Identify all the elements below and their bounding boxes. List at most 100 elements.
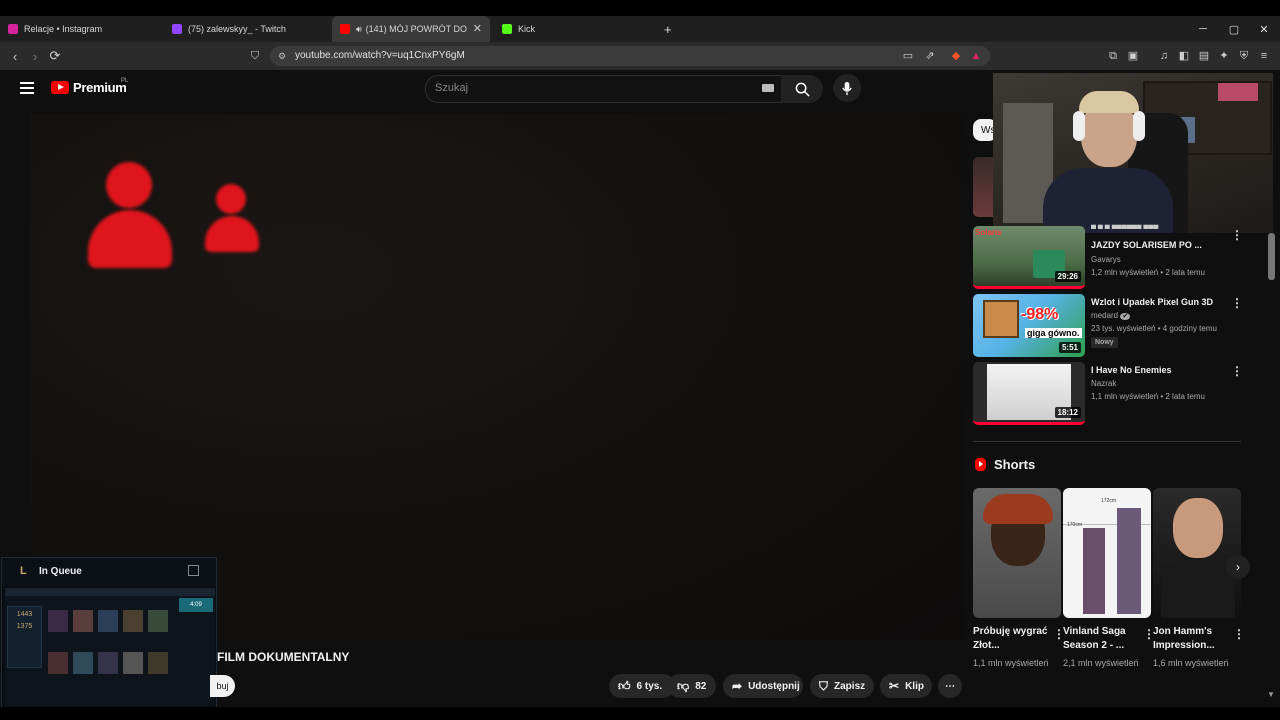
share-label: Udostępnij — [748, 680, 800, 692]
search-icon — [795, 82, 810, 97]
video-title: FILM DOKUMENTALNY — [217, 650, 350, 664]
menu-icon[interactable]: ≡ — [1258, 50, 1270, 62]
bookmark-save-icon: ⛉ — [819, 678, 829, 693]
save-button[interactable]: ⛉ Zapisz — [810, 674, 874, 698]
tab-search-icon[interactable]: ▣ — [1127, 50, 1139, 62]
wallet-icon[interactable]: ▤ — [1198, 50, 1210, 62]
hair-shape — [983, 494, 1053, 524]
new-tab-button[interactable]: + — [664, 16, 678, 42]
sidebar-scrollbar-thumb[interactable] — [1268, 233, 1275, 280]
search-button[interactable] — [781, 75, 823, 103]
video-thumbnail: -98% giga gówno. 5:51 — [973, 294, 1085, 357]
face-shape — [1173, 498, 1223, 558]
recommendation-item[interactable]: 18:12 I Have No Enemies Nazrak 1,1 mln w… — [973, 362, 1263, 426]
new-badge: Nowy — [1091, 337, 1118, 348]
lp-panel: 1443 1375 — [7, 606, 42, 668]
video-duration: 5:51 — [1058, 342, 1081, 353]
clip-label: Klip — [905, 680, 924, 692]
channel-name[interactable]: medard ✔ — [1091, 311, 1131, 320]
queue-title: In Queue — [39, 566, 82, 577]
more-options-icon[interactable]: ⋮ — [1231, 364, 1243, 378]
bottom-black-strip — [0, 707, 1280, 720]
clip-button[interactable]: ✂ Klip — [880, 674, 932, 698]
kick-icon — [502, 24, 512, 34]
tab-title: Relacje • Instagram — [24, 24, 103, 34]
logo-text: Premium — [73, 80, 127, 95]
channel-name[interactable]: Nazrak — [1091, 379, 1116, 388]
character-figure — [1083, 528, 1105, 614]
more-options-icon[interactable]: ⋮ — [1233, 627, 1245, 641]
tab-instagram[interactable]: Relacje • Instagram — [8, 16, 163, 42]
vpn-icon[interactable]: ⛨ — [1238, 50, 1250, 62]
bookmark-icon[interactable]: ⛉ — [246, 47, 264, 65]
scroll-down-arrow-icon[interactable]: ▼ — [1267, 690, 1275, 699]
share-button[interactable]: ➦ Udostępnij — [723, 674, 803, 698]
reload-button[interactable]: ⟳ — [46, 47, 64, 65]
url-text: youtube.com/watch?v=uq1CnxPY6gM — [295, 50, 465, 61]
recommendation-item[interactable]: -98% giga gówno. 5:51 Wzlot i Upadek Pix… — [973, 294, 1263, 358]
brave-shield-icon[interactable]: ◆ — [950, 50, 962, 62]
youtube-icon — [340, 24, 350, 34]
video-meta: 23 tys. wyświetleń • 4 godziny temu — [1091, 324, 1217, 333]
logo-region: PL — [121, 78, 129, 84]
minimize-button[interactable]: ─ — [1188, 16, 1218, 42]
expand-icon[interactable] — [188, 565, 199, 576]
league-queue-overlay: L In Queue 1443 1375 4:09 — [1, 557, 217, 709]
thumbnail-big-text: -98% — [1021, 306, 1059, 323]
champion-tile — [73, 610, 93, 632]
music-icon[interactable]: ♫ — [1158, 50, 1170, 62]
voice-search-button[interactable] — [833, 74, 861, 102]
red-figure-head — [106, 162, 152, 208]
short-item[interactable]: Próbuję wygrać Złot... 1,1 mln wyświetle… — [973, 488, 1065, 668]
scissors-icon: ✂ — [889, 679, 900, 693]
video-thumbnail: 18:12 — [973, 362, 1085, 425]
tab-kick[interactable]: Kick — [502, 16, 652, 42]
share-icon[interactable]: ⇗ — [924, 50, 936, 62]
short-title: Jon Hamm's Impression... — [1153, 626, 1215, 651]
close-tab-icon[interactable]: ✕ — [473, 22, 482, 35]
brave-rewards-icon[interactable]: ▲ — [970, 50, 982, 62]
cast-icon[interactable]: ▭ — [902, 50, 914, 62]
height-label: 170cm — [1067, 522, 1083, 528]
keyboard-icon[interactable] — [762, 84, 774, 92]
short-item[interactable]: 172cm 170cm Vinland Saga Season 2 - ... … — [1063, 488, 1155, 668]
channel-name[interactable]: Gavarys — [1091, 255, 1121, 264]
back-button[interactable]: ‹ — [6, 47, 24, 65]
lp-value: 1443 — [16, 611, 33, 618]
recommendation-item[interactable]: Solaris 29:26 ▀ ▀ ▀ ▀▀▀▀▀▀ ▀▀▀ JAZDY SOL… — [973, 226, 1263, 290]
speaker-icon: 🔊︎ — [356, 23, 362, 34]
browser-toolbar: ‹ › ⟳ ⛉ ⚙ youtube.com/watch?v=uq1CnxPY6g… — [0, 42, 1280, 70]
share-arrow-icon: ➦ — [732, 679, 743, 693]
close-window-button[interactable]: ✕ — [1249, 16, 1279, 42]
extensions-icon[interactable]: ⧉ — [1107, 50, 1119, 62]
short-title: Vinland Saga Season 2 - ... — [1063, 626, 1126, 651]
tab-twitch[interactable]: (75) zalewskyy_ - Twitch — [172, 16, 327, 42]
short-item[interactable]: Jon Hamm's Impression... 1,6 mln wyświet… — [1153, 488, 1245, 668]
hamburger-menu-icon[interactable] — [20, 82, 34, 94]
thumbnail-small-text: giga gówno. — [1025, 328, 1082, 338]
leo-ai-icon[interactable]: ✦ — [1218, 50, 1230, 62]
save-label: Zapisz — [834, 680, 866, 692]
more-options-icon[interactable]: ⋮ — [1231, 228, 1243, 242]
forward-button[interactable]: › — [26, 47, 44, 65]
shorts-heading: Shorts — [975, 457, 1035, 472]
short-views: 1,1 mln wyświetleń — [973, 658, 1049, 668]
search-input[interactable]: Szukaj — [425, 75, 783, 103]
champion-tile — [73, 652, 93, 674]
shorts-next-button[interactable]: › — [1226, 555, 1250, 579]
maximize-button[interactable]: ▢ — [1219, 16, 1249, 42]
more-actions-button[interactable]: ⋯ — [938, 674, 962, 698]
tab-youtube[interactable]: 🔊︎ (141) MÓJ POWRÓT DO PRO ✕ — [332, 16, 490, 42]
more-options-icon[interactable]: ⋮ — [1231, 296, 1243, 310]
top-black-strip — [0, 0, 1280, 16]
verified-icon: ✔ — [1120, 313, 1131, 320]
like-button[interactable]: 👍︎ 6 tys. — [609, 674, 675, 698]
site-info-icon[interactable]: ⚙ — [278, 51, 286, 62]
url-bar[interactable]: ⚙ youtube.com/watch?v=uq1CnxPY6gM ▭ ⇗ ◆ … — [270, 46, 990, 66]
short-title: Próbuję wygrać Złot... — [973, 626, 1048, 651]
subscribe-button[interactable]: buj — [210, 675, 235, 697]
sidebar-icon[interactable]: ◧ — [1178, 50, 1190, 62]
dislike-button[interactable]: 👎︎ 82 — [668, 674, 716, 698]
youtube-premium-logo[interactable]: Premium — [51, 80, 127, 95]
video-meta: 1,1 mln wyświetleń • 2 lata temu — [1091, 392, 1205, 401]
